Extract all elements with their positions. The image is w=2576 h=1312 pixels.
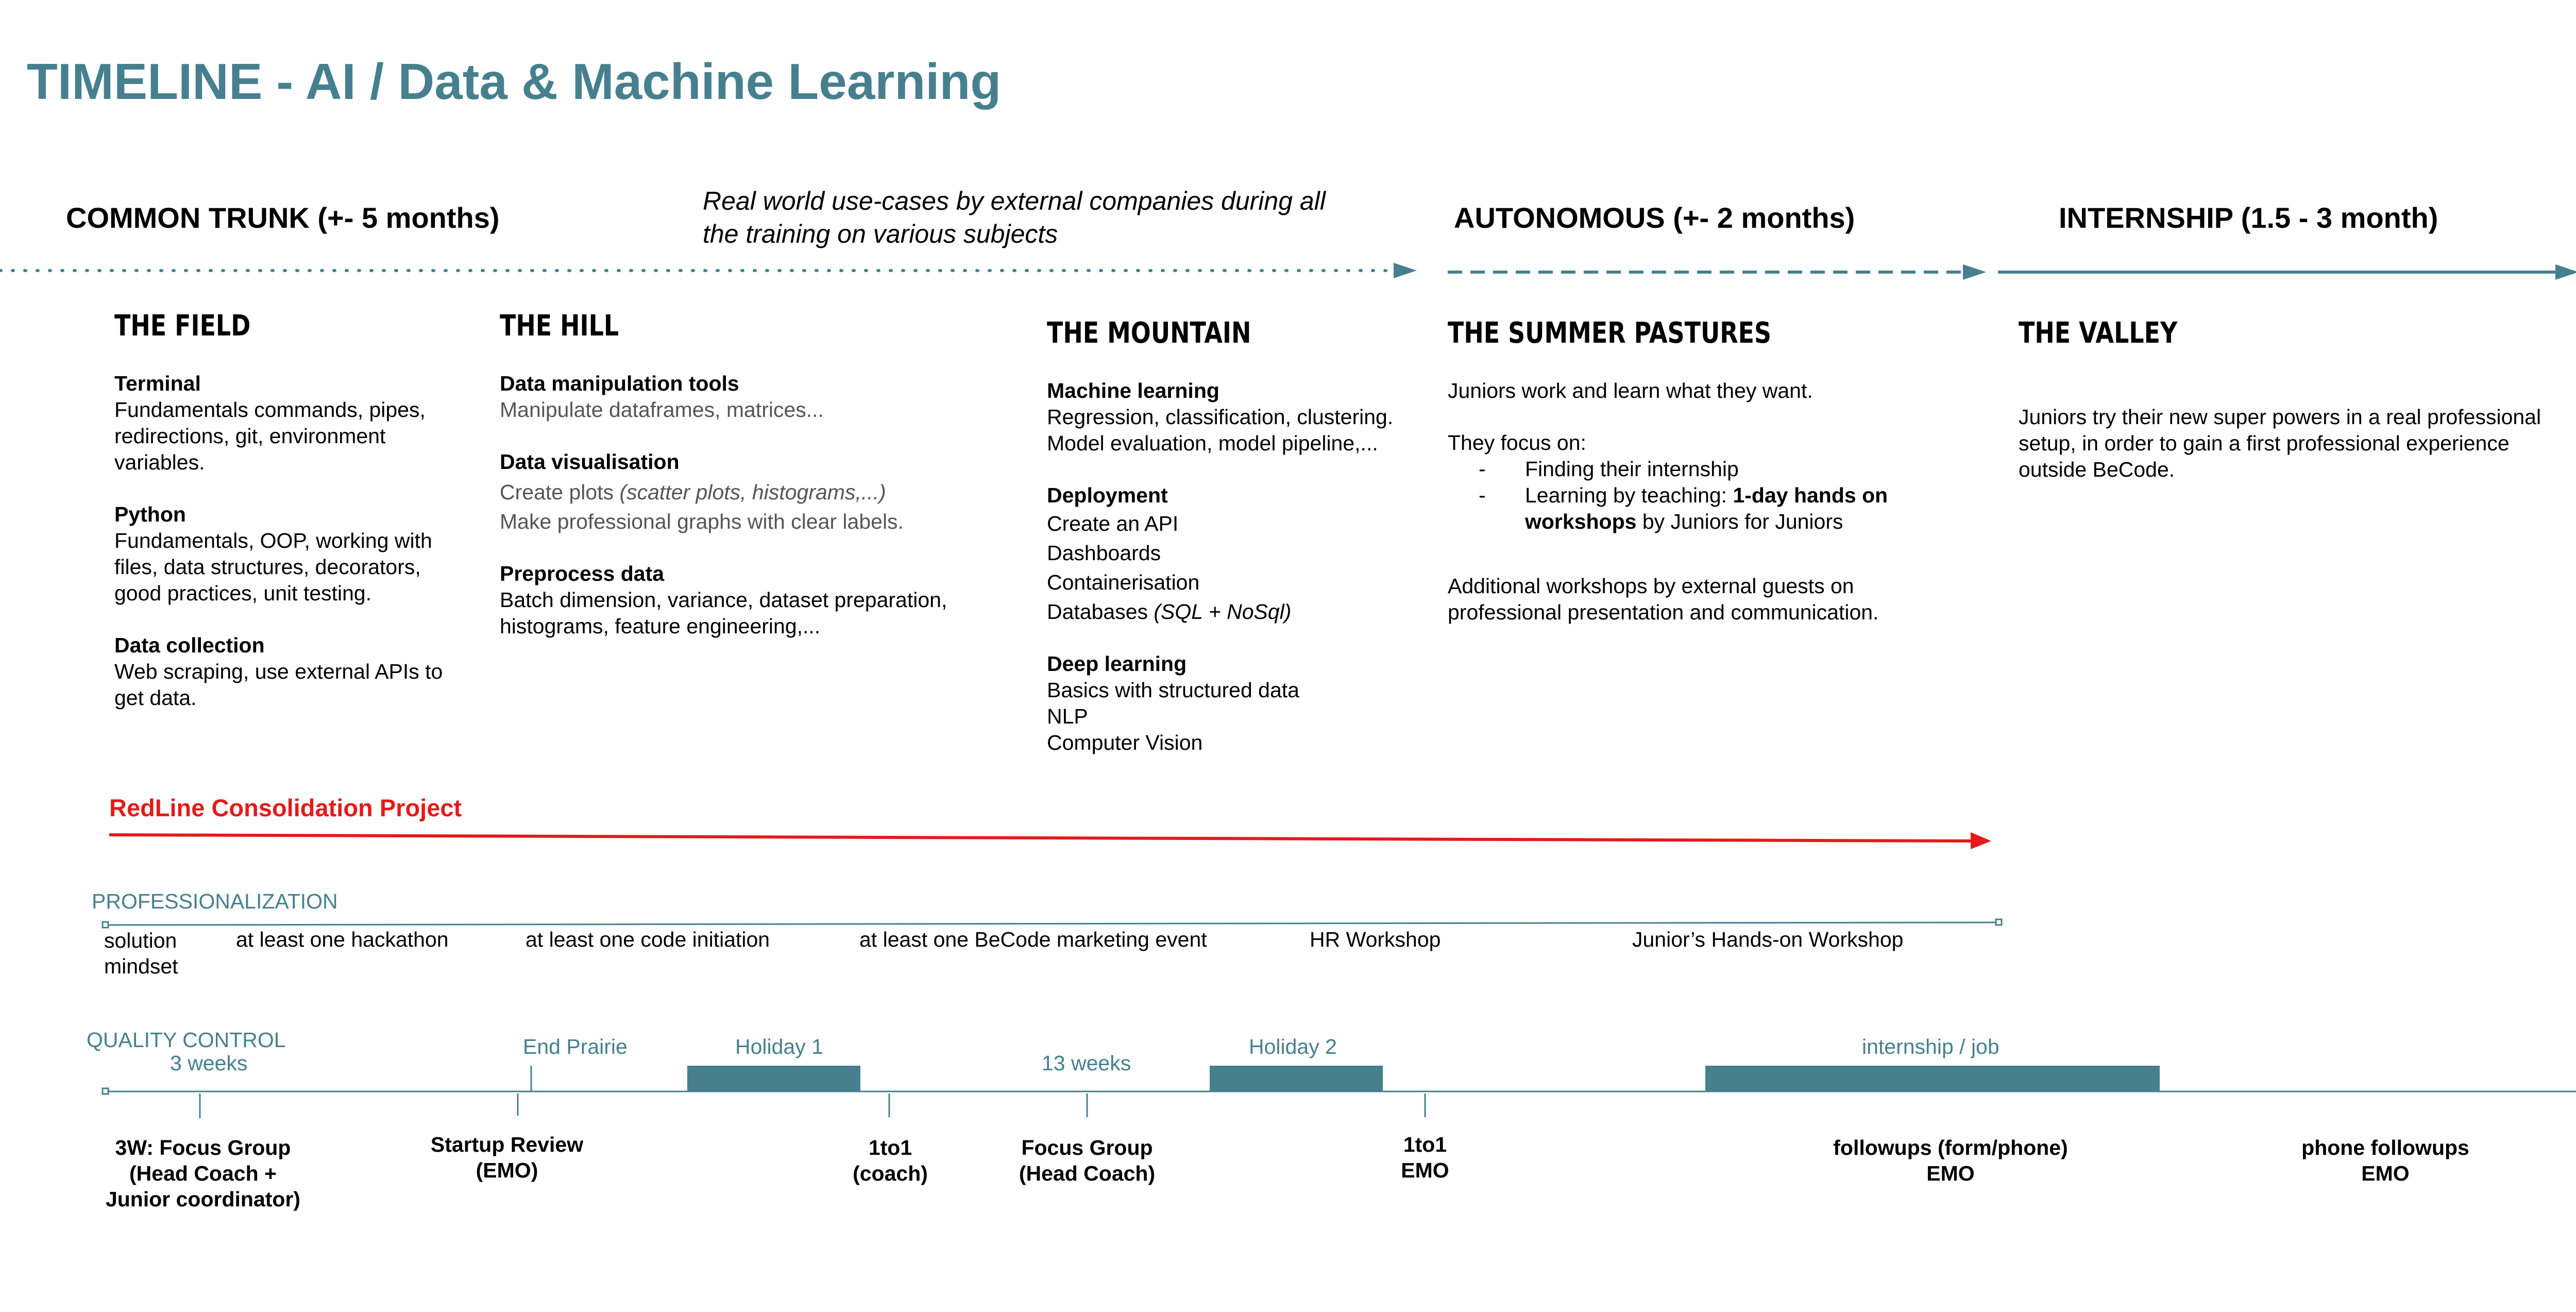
hill-content: Data manipulation tools Manipulate dataf… <box>500 372 947 638</box>
mountain-content: Machine learning Regression, classificat… <box>1047 379 1394 754</box>
summer-content: Juniors work and learn what they want. T… <box>1448 379 1888 624</box>
page-title: TIMELINE - AI / Data & Machine Learning <box>27 53 1002 110</box>
milestone-phone-followups: phone followups EMO <box>2301 1136 2469 1185</box>
qc-internship-job-label: internship / job <box>1862 1035 1999 1058</box>
field-collection-heading: Data collection <box>114 633 265 657</box>
stage-title-summer: THE SUMMER PASTURES <box>1448 316 1772 350</box>
phase-internship: INTERNSHIP (1.5 - 3 month) <box>2059 201 2438 234</box>
stage-title-hill: THE HILL <box>500 309 619 343</box>
field-content: Terminal Fundamentals commands, pipes, r… <box>114 372 443 710</box>
redline-arrow <box>109 833 1974 843</box>
phase-autonomous: AUTONOMOUS (+- 2 months) <box>1454 201 1855 234</box>
hill-manip-heading: Data manipulation tools <box>500 372 739 395</box>
hill-preprocess-heading: Preprocess data <box>500 562 665 585</box>
valley-content: Juniors try their new super powers in a … <box>2019 405 2541 481</box>
stage-title-valley: THE VALLEY <box>2019 316 2178 350</box>
phase-common-trunk: COMMON TRUNK (+- 5 months) <box>66 201 500 234</box>
qc-holiday2-label: Holiday 2 <box>1249 1035 1337 1058</box>
professionalization-label: PROFESSIONALIZATION <box>92 889 338 913</box>
stage-title-mountain: THE MOUNTAIN <box>1047 316 1251 350</box>
internship-job-bar <box>1705 1066 2160 1091</box>
prof-code-initiation: at least one code initiation <box>526 928 770 951</box>
prof-solution-mindset: solution mindset <box>104 929 178 978</box>
professionalization-line <box>105 921 1999 926</box>
prof-hackathon: at least one hackathon <box>236 928 449 951</box>
milestone-followups: followups (form/phone) EMO <box>1833 1136 2068 1185</box>
internship-arrowhead <box>2555 264 2576 280</box>
stage-title-field: THE FIELD <box>114 309 251 343</box>
prof-handson-workshop: Junior’s Hands-on Workshop <box>1632 928 1904 951</box>
quality-control-label: QUALITY CONTROL <box>87 1028 286 1052</box>
qc-13-weeks: 13 weeks <box>1042 1051 1131 1075</box>
milestone-1to1-emo: 1to1 EMO <box>1401 1133 1449 1182</box>
milestone-startup-review: Startup Review (EMO) <box>430 1133 584 1182</box>
redline-label: RedLine Consolidation Project <box>109 794 462 821</box>
qc-holiday1-label: Holiday 1 <box>735 1035 823 1058</box>
milestone-3w-focus-group: 3W: Focus Group (Head Coach + Junior coo… <box>105 1136 301 1211</box>
holiday1-bar <box>687 1066 860 1091</box>
holiday2-bar <box>1210 1066 1383 1091</box>
autonomous-arrowhead <box>1963 264 1986 280</box>
qc-3-weeks: 3 weeks <box>170 1051 248 1075</box>
common-trunk-arrowhead <box>1394 263 1417 278</box>
prof-marketing-event: at least one BeCode marketing event <box>859 928 1207 951</box>
qc-end-prairie: End Prairie <box>523 1035 628 1058</box>
mountain-ml-heading: Machine learning <box>1047 379 1219 402</box>
field-terminal-heading: Terminal <box>114 372 201 395</box>
mountain-dl-heading: Deep learning <box>1047 652 1187 676</box>
redline-arrowhead <box>1971 832 1991 849</box>
field-python-heading: Python <box>114 502 186 526</box>
hill-viz-heading: Data visualisation <box>500 450 680 474</box>
mountain-deployment-heading: Deployment <box>1047 483 1168 507</box>
milestone-focus-group: Focus Group (Head Coach) <box>1019 1136 1156 1185</box>
milestone-1to1-coach: 1to1 (coach) <box>853 1136 928 1185</box>
prof-hr-workshop: HR Workshop <box>1310 928 1441 951</box>
use-cases-note: Real world use-cases by external compani… <box>703 187 1326 248</box>
